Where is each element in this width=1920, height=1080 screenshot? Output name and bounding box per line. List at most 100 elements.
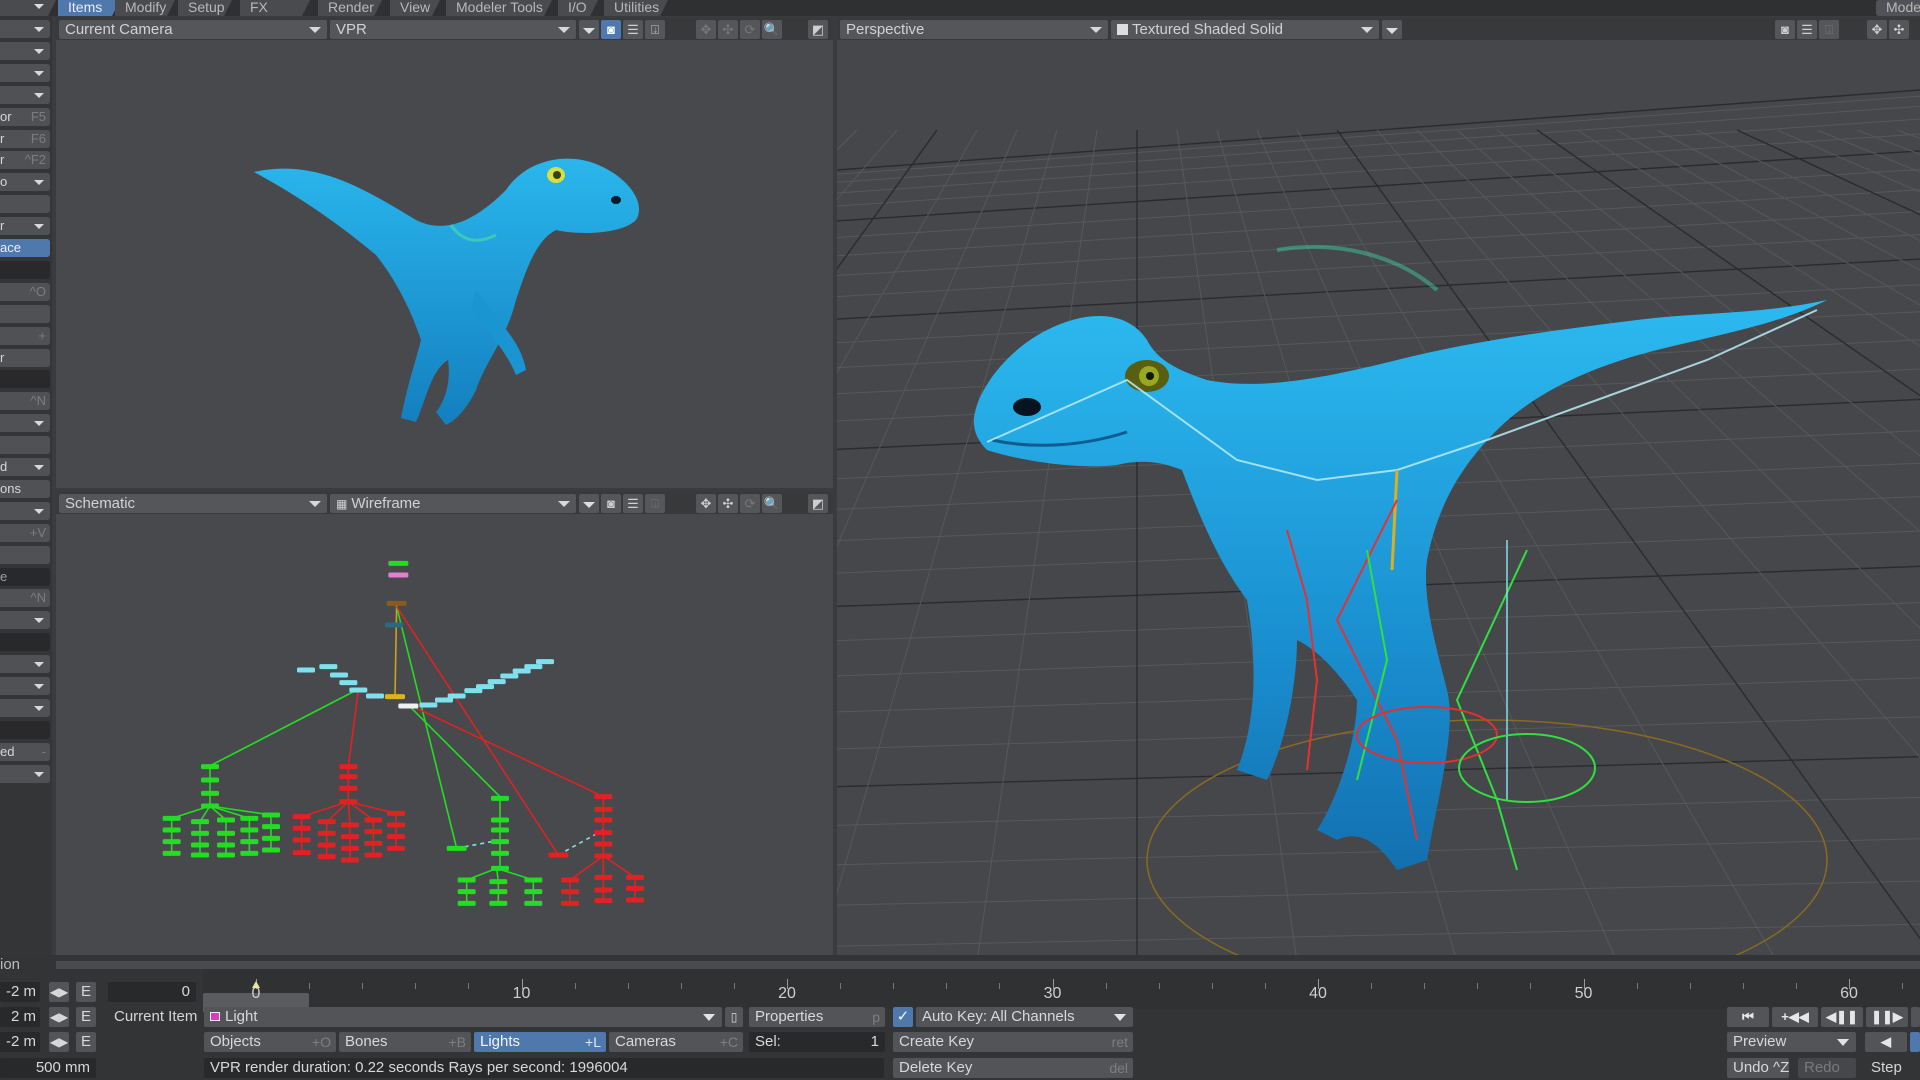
schematic-node[interactable] (524, 877, 543, 883)
schematic-node[interactable] (240, 850, 259, 856)
pan-icon[interactable]: ✣ (718, 494, 738, 513)
item-visibility-icon[interactable]: ▯ (725, 1007, 743, 1027)
objects-button[interactable]: Objects +O (204, 1032, 336, 1052)
schematic-node[interactable] (594, 806, 613, 812)
schematic-node[interactable] (561, 889, 579, 895)
sidebar-button[interactable]: ace (0, 239, 50, 257)
schematic-node[interactable] (457, 900, 476, 906)
view-type-select[interactable]: Perspective (840, 20, 1108, 39)
sidebar-button[interactable] (0, 85, 50, 104)
schematic-node[interactable] (594, 887, 613, 893)
schematic-node[interactable] (594, 874, 613, 880)
schematic-node[interactable] (386, 600, 407, 606)
position-z-field[interactable]: -2 m (0, 1032, 40, 1052)
schematic-node[interactable] (536, 659, 554, 665)
schematic-node[interactable] (341, 845, 359, 851)
tab-render[interactable]: Render (318, 0, 382, 16)
sidebar-button[interactable]: ^O (0, 282, 50, 301)
schematic-node[interactable] (491, 817, 509, 823)
schematic-node[interactable] (594, 830, 613, 836)
schematic-node[interactable] (317, 842, 336, 848)
schematic-node[interactable] (500, 673, 519, 679)
schematic-node[interactable] (341, 834, 359, 840)
schematic-node[interactable] (524, 889, 543, 895)
schematic-node[interactable] (489, 889, 508, 895)
tab-view[interactable]: View (390, 0, 440, 16)
go-to-start-button[interactable]: ⏮ (1727, 1007, 1769, 1027)
schematic-node[interactable] (240, 839, 259, 845)
perspective-viewport[interactable]: Perspective Textured Shaded Solid ◙ ☰ ⍗ … (837, 18, 1920, 962)
schematic-node[interactable] (349, 687, 368, 693)
sidebar-button[interactable] (0, 698, 50, 717)
sidebar-button[interactable] (0, 41, 50, 60)
viewport-options-dropdown[interactable] (1382, 20, 1402, 39)
list-icon[interactable]: ☰ (623, 20, 643, 39)
schematic-node[interactable] (446, 845, 467, 851)
modeler-switch-button[interactable]: Modeler (1876, 0, 1920, 16)
viewport-options-dropdown[interactable] (579, 20, 599, 39)
sidebar-button[interactable] (0, 545, 50, 564)
position-y-field[interactable]: 2 m (0, 1007, 40, 1027)
schematic-node[interactable] (364, 840, 383, 846)
schematic-node[interactable] (162, 827, 181, 833)
schematic-node[interactable] (364, 852, 383, 858)
schematic-node[interactable] (292, 850, 311, 856)
sidebar-button[interactable]: ons (0, 479, 50, 498)
schematic-node[interactable] (339, 774, 358, 780)
schematic-node[interactable] (387, 845, 405, 851)
tab-io[interactable]: I/O (558, 0, 598, 16)
schematic-node[interactable] (364, 817, 383, 823)
schematic-node[interactable] (240, 827, 259, 833)
schematic-node[interactable] (240, 815, 259, 821)
axis-toggle-icon[interactable]: ◀▶ (49, 1007, 69, 1027)
auto-key-checkbox[interactable]: ✓ (893, 1007, 913, 1027)
pan-icon[interactable]: ✣ (1889, 20, 1909, 39)
sidebar-button[interactable]: r F6 (0, 129, 50, 148)
viewport-options-dropdown[interactable] (579, 494, 599, 513)
viewport-scrollbar[interactable] (56, 961, 1920, 969)
sidebar-button[interactable] (0, 764, 50, 783)
schematic-node[interactable] (385, 694, 405, 700)
schematic-node[interactable] (491, 839, 509, 845)
axis-toggle-icon[interactable]: ◀▶ (49, 982, 69, 1002)
camera-icon[interactable]: ◙ (601, 20, 621, 39)
schematic-node[interactable] (626, 897, 644, 903)
schematic-node[interactable] (388, 572, 409, 578)
move-icon[interactable]: ✥ (1867, 20, 1887, 39)
schematic-node[interactable] (339, 680, 358, 686)
sidebar-button[interactable] (0, 304, 50, 323)
move-icon[interactable]: ✥ (696, 494, 716, 513)
schematic-node[interactable] (594, 898, 613, 904)
sidebar-button[interactable] (0, 436, 50, 455)
schematic-node[interactable] (387, 822, 405, 828)
schematic-node[interactable] (162, 815, 181, 821)
cameras-button[interactable]: Cameras +C (609, 1032, 743, 1052)
sidebar-button[interactable] (0, 20, 50, 38)
bones-button[interactable]: Bones +B (339, 1032, 471, 1052)
lights-button[interactable]: Lights +L (474, 1032, 606, 1052)
schematic-node[interactable] (561, 877, 579, 883)
sidebar-button[interactable]: + (0, 326, 50, 345)
sidebar-button[interactable]: r (0, 348, 50, 367)
create-key-button[interactable]: Create Key ret (893, 1032, 1133, 1052)
schematic-node[interactable] (385, 622, 403, 628)
move-icon[interactable]: ✥ (696, 20, 716, 39)
zoom-icon[interactable]: 🔍 (762, 494, 782, 513)
list-icon[interactable]: ☰ (1797, 20, 1817, 39)
schematic-node[interactable] (489, 900, 508, 906)
sidebar-button[interactable]: ^N (0, 392, 50, 411)
schematic-node[interactable] (317, 854, 336, 860)
rotate-icon[interactable]: ⟳ (740, 20, 760, 39)
envelope-x-button[interactable]: E (76, 982, 96, 1002)
properties-button[interactable]: Properties p (749, 1007, 885, 1027)
play-forward-button[interactable] (1910, 1032, 1920, 1052)
undo-button[interactable]: Undo ^Z (1727, 1058, 1789, 1078)
schematic-node[interactable] (162, 850, 181, 856)
schematic-node[interactable] (626, 874, 644, 880)
timeline[interactable]: 0 10 20 30 40 50 60 (203, 969, 1920, 1013)
tab-modeler-tools[interactable]: Modeler Tools (446, 0, 552, 16)
schematic-node[interactable] (217, 817, 235, 823)
auto-key-select[interactable]: Auto Key: All Channels (916, 1007, 1133, 1027)
render-mode-select[interactable]: Textured Shaded Solid (1111, 20, 1379, 39)
view-type-select[interactable]: Current Camera (59, 20, 327, 39)
